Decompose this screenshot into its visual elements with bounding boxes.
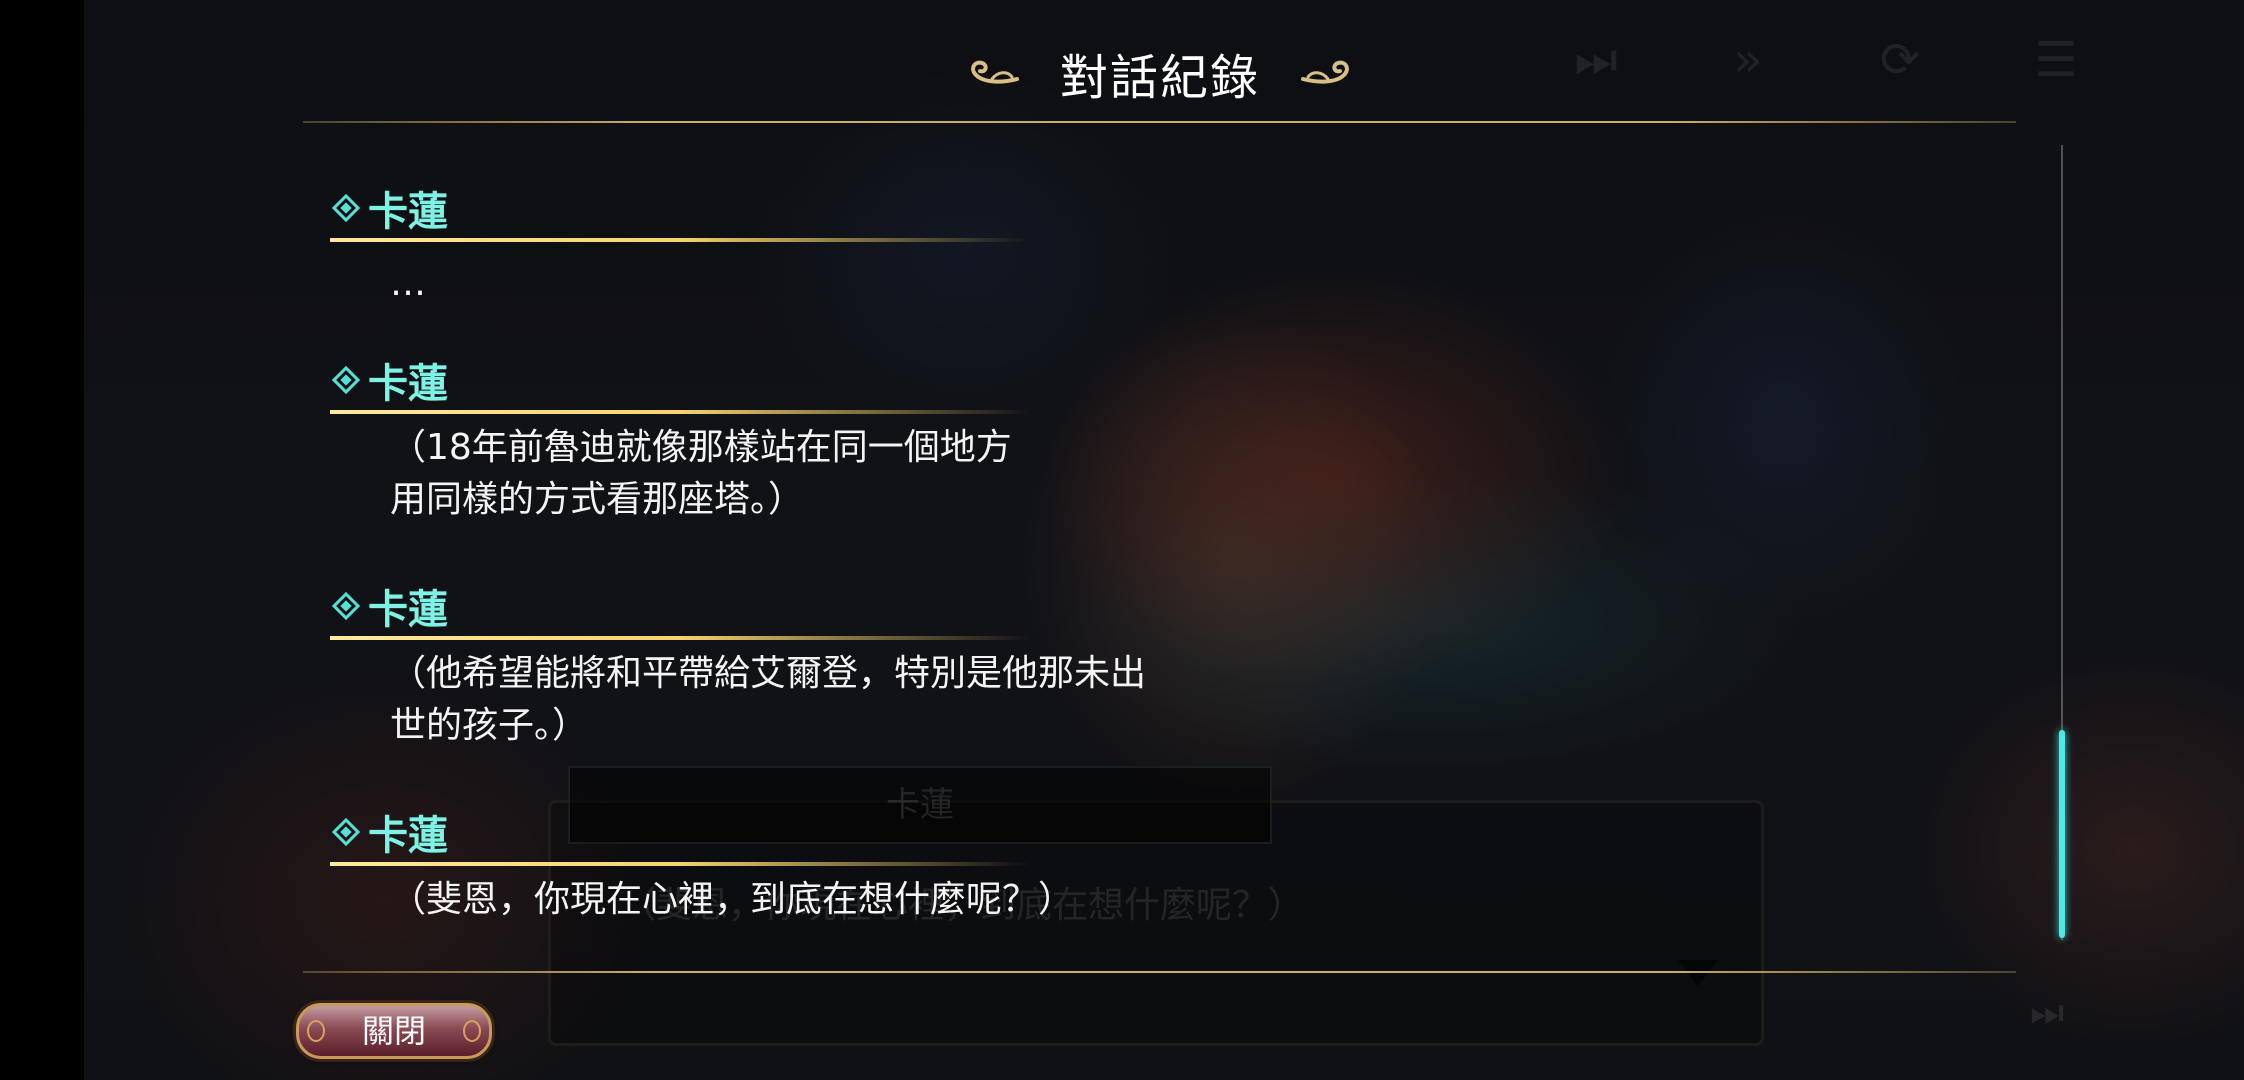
log-text: 用同樣的方式看那座塔。） — [390, 479, 805, 520]
close-button[interactable]: 關閉 — [296, 1003, 492, 1059]
speaker-underline — [330, 238, 1030, 242]
speaker-name: 卡蓮 — [368, 587, 448, 633]
log-header: 對話紀錄 — [960, 38, 1360, 108]
log-entry: 卡蓮 （18年前魯迪就像那樣站在同一個地方 用同樣的方式看那座塔。） — [330, 352, 1230, 526]
log-entry: 卡蓮 （他希望能將和平帶給艾爾登，特別是他那未出 世的孩子。） — [330, 578, 1230, 752]
diamond-icon — [331, 591, 361, 621]
log-entry: 卡蓮 （斐恩，你現在心裡，到底在想什麼呢？） — [330, 804, 1230, 926]
log-entry: 卡蓮 … — [330, 180, 1230, 310]
log-text: … — [390, 263, 426, 304]
flourish-left-icon — [971, 60, 1019, 84]
diamond-icon — [331, 817, 361, 847]
game-screen: ⏭ » ⟳ ☰ 卡蓮 （斐恩，你現在心裡，到底在想什麼呢？） ⏭ 對話紀錄 卡蓮… — [0, 0, 2244, 1080]
log-text: （18年前魯迪就像那樣站在同一個地方 — [390, 427, 1012, 468]
speaker-name: 卡蓮 — [368, 189, 448, 235]
speaker-underline — [330, 636, 1030, 640]
diamond-icon — [331, 365, 361, 395]
page-title: 對話紀錄 — [1059, 50, 1260, 106]
flourish-right-icon — [1301, 60, 1349, 84]
scrollbar-thumb[interactable] — [2059, 730, 2065, 938]
diamond-icon — [331, 193, 361, 223]
log-text: （斐恩，你現在心裡，到底在想什麼呢？） — [390, 879, 1075, 920]
speaker-name: 卡蓮 — [368, 813, 448, 859]
log-text: （他希望能將和平帶給艾爾登，特別是他那未出 — [390, 653, 1147, 694]
speaker-underline — [330, 862, 1030, 866]
header-divider — [303, 121, 2016, 123]
speaker-underline — [330, 410, 1030, 414]
footer-divider — [303, 971, 2016, 973]
log-text: 世的孩子。） — [390, 705, 589, 746]
speaker-name: 卡蓮 — [368, 361, 448, 407]
